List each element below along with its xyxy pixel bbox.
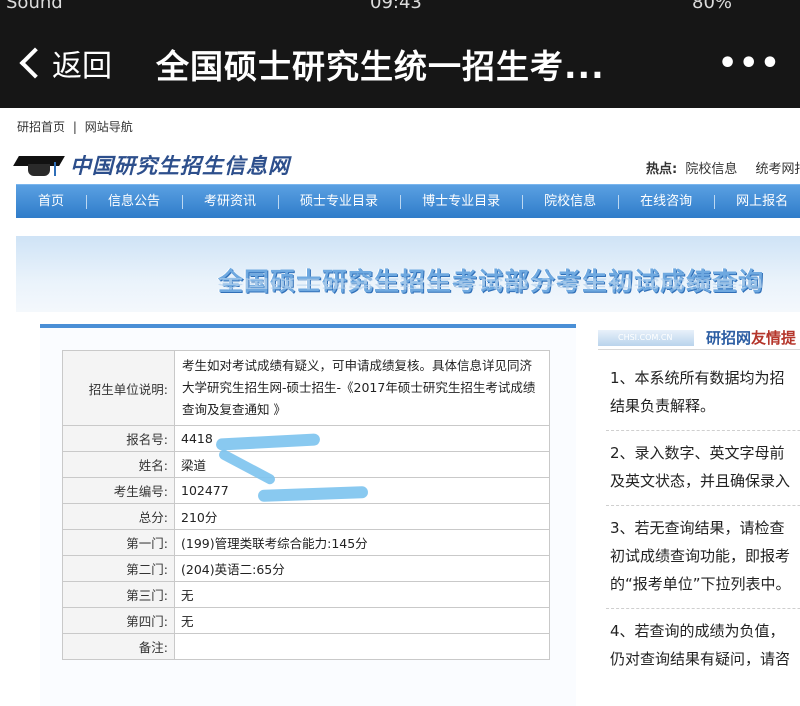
list-item: 4、若查询的成绩为负值， 仍对查询结果有疑问，请咨 bbox=[606, 609, 800, 683]
row-label-candidate-no: 考生编号: bbox=[63, 478, 175, 504]
tips-title-main: 研招网 bbox=[706, 329, 751, 347]
row-label-subject-2: 第二门: bbox=[63, 556, 175, 582]
table-row: 招生单位说明: 考生如对考试成绩有疑义，可申请成绩复核。具体信息详见同济大学研究… bbox=[63, 351, 550, 426]
score-result-panel: 招生单位说明: 考生如对考试成绩有疑义，可申请成绩复核。具体信息详见同济大学研究… bbox=[40, 324, 576, 706]
nav-item-registration[interactable]: 网上报名 bbox=[714, 185, 800, 219]
tip-3-line-2: 初试成绩查询功能，即报考 bbox=[610, 542, 800, 570]
graduation-cap-icon bbox=[16, 150, 62, 180]
table-row: 备注: bbox=[63, 634, 550, 660]
hot-link-registration[interactable]: 统考网报 bbox=[756, 162, 800, 177]
site-logo-text: 中国研究生招生信息网 bbox=[70, 150, 290, 180]
table-row: 姓名: 梁道 bbox=[63, 452, 550, 478]
back-label: 返回 bbox=[52, 41, 112, 85]
nav-item-phd-catalog[interactable]: 博士专业目录 bbox=[400, 185, 522, 219]
row-label-registration-no: 报名号: bbox=[63, 426, 175, 452]
row-label-name: 姓名: bbox=[63, 452, 175, 478]
tip-4-line-1: 4、若查询的成绩为负值， bbox=[610, 617, 800, 645]
list-item: 2、录入数字、英文字母前 及英文状态，并且确保录入 bbox=[606, 431, 800, 506]
table-row: 第四门: 无 bbox=[63, 608, 550, 634]
row-value-subject-4: 无 bbox=[175, 608, 550, 634]
table-row: 第三门: 无 bbox=[63, 582, 550, 608]
query-banner: 全国硕士研究生招生考试部分考生初试成绩查询 全国硕士研究生招生考试部分考生初试成… bbox=[16, 236, 800, 312]
row-value-subject-1: (199)管理类联考综合能力:145分 bbox=[175, 530, 550, 556]
chevron-left-icon bbox=[19, 47, 50, 78]
row-value-remarks bbox=[175, 634, 550, 660]
row-value-subject-2: (204)英语二:65分 bbox=[175, 556, 550, 582]
table-row: 第二门: (204)英语二:65分 bbox=[63, 556, 550, 582]
status-time: 09:43 bbox=[370, 0, 422, 13]
hot-label: 热点: bbox=[646, 162, 677, 177]
breadcrumb-home-link[interactable]: 研招首页 bbox=[17, 120, 65, 134]
tips-header: CHSI.COM.CN 研招网友情提 bbox=[598, 326, 800, 350]
nav-item-announcements[interactable]: 信息公告 bbox=[86, 185, 182, 219]
tips-panel: CHSI.COM.CN 研招网友情提 1、本系统所有数据均为招 结果负责解释。 … bbox=[598, 326, 800, 706]
row-label-subject-4: 第四门: bbox=[63, 608, 175, 634]
score-table: 招生单位说明: 考生如对考试成绩有疑义，可申请成绩复核。具体信息详见同济大学研究… bbox=[62, 350, 550, 660]
tip-3-line-3: 的“报考单位”下拉列表中。 bbox=[610, 570, 800, 598]
tips-title: 研招网友情提 bbox=[706, 327, 796, 348]
banner-title-reflection: 全国硕士研究生招生考试部分考生初试成绩查询 bbox=[218, 276, 764, 292]
page-title: 全国硕士研究生统一招生考... bbox=[156, 40, 605, 88]
tip-3-line-1: 3、若无查询结果，请检查 bbox=[610, 514, 800, 542]
tips-title-suffix: 友情提 bbox=[751, 329, 796, 347]
more-menu-button[interactable]: ••• bbox=[718, 46, 782, 81]
nav-item-consult[interactable]: 在线咨询 bbox=[618, 185, 714, 219]
row-label-total-score: 总分: bbox=[63, 504, 175, 530]
app-top-bar: Sound 09:43 80% 返回 全国硕士研究生统一招生考... ••• bbox=[0, 0, 800, 108]
status-battery: 80% bbox=[692, 0, 732, 13]
nav-item-home[interactable]: 首页 bbox=[16, 185, 86, 219]
back-button[interactable]: 返回 bbox=[14, 36, 112, 90]
breadcrumb-nav-link[interactable]: 网站导航 bbox=[85, 120, 133, 134]
row-label-unit-note: 招生单位说明: bbox=[63, 351, 175, 426]
table-row: 总分: 210分 bbox=[63, 504, 550, 530]
tip-1-line-2: 结果负责解释。 bbox=[610, 392, 800, 420]
list-item: 3、若无查询结果，请检查 初试成绩查询功能，即报考 的“报考单位”下拉列表中。 bbox=[606, 506, 800, 609]
main-nav: 首页 信息公告 考研资讯 硕士专业目录 博士专业目录 院校信息 在线咨询 网上报… bbox=[16, 184, 800, 218]
breadcrumb: 研招首页 | 网站导航 bbox=[17, 118, 133, 135]
tips-list: 1、本系统所有数据均为招 结果负责解释。 2、录入数字、英文字母前 及英文状态，… bbox=[606, 356, 800, 683]
tip-2-line-2: 及英文状态，并且确保录入 bbox=[610, 467, 800, 495]
nav-item-colleges[interactable]: 院校信息 bbox=[522, 185, 618, 219]
row-value-total-score: 210分 bbox=[175, 504, 550, 530]
status-carrier: Sound bbox=[6, 0, 63, 13]
row-label-subject-3: 第三门: bbox=[63, 582, 175, 608]
hot-link-colleges[interactable]: 院校信息 bbox=[685, 162, 737, 177]
tip-4-line-2: 仍对查询结果有疑问，请咨 bbox=[610, 645, 800, 673]
hot-links: 热点: 院校信息 统考网报 bbox=[646, 158, 800, 177]
tip-2-line-1: 2、录入数字、英文字母前 bbox=[610, 439, 800, 467]
list-item: 1、本系统所有数据均为招 结果负责解释。 bbox=[606, 356, 800, 431]
chsi-badge: CHSI.COM.CN bbox=[598, 330, 694, 346]
nav-item-master-catalog[interactable]: 硕士专业目录 bbox=[278, 185, 400, 219]
row-label-subject-1: 第一门: bbox=[63, 530, 175, 556]
breadcrumb-separator: | bbox=[73, 120, 77, 134]
tip-1-line-1: 1、本系统所有数据均为招 bbox=[610, 364, 800, 392]
site-logo[interactable]: 中国研究生招生信息网 bbox=[16, 146, 290, 184]
nav-item-news[interactable]: 考研资讯 bbox=[182, 185, 278, 219]
web-page: 研招首页 | 网站导航 中国研究生招生信息网 热点: 院校信息 统考网报 首页 … bbox=[0, 108, 800, 706]
row-value-unit-note: 考生如对考试成绩有疑义，可申请成绩复核。具体信息详见同济大学研究生招生网-硕士招… bbox=[175, 351, 550, 426]
row-value-subject-3: 无 bbox=[175, 582, 550, 608]
row-label-remarks: 备注: bbox=[63, 634, 175, 660]
table-row: 第一门: (199)管理类联考综合能力:145分 bbox=[63, 530, 550, 556]
